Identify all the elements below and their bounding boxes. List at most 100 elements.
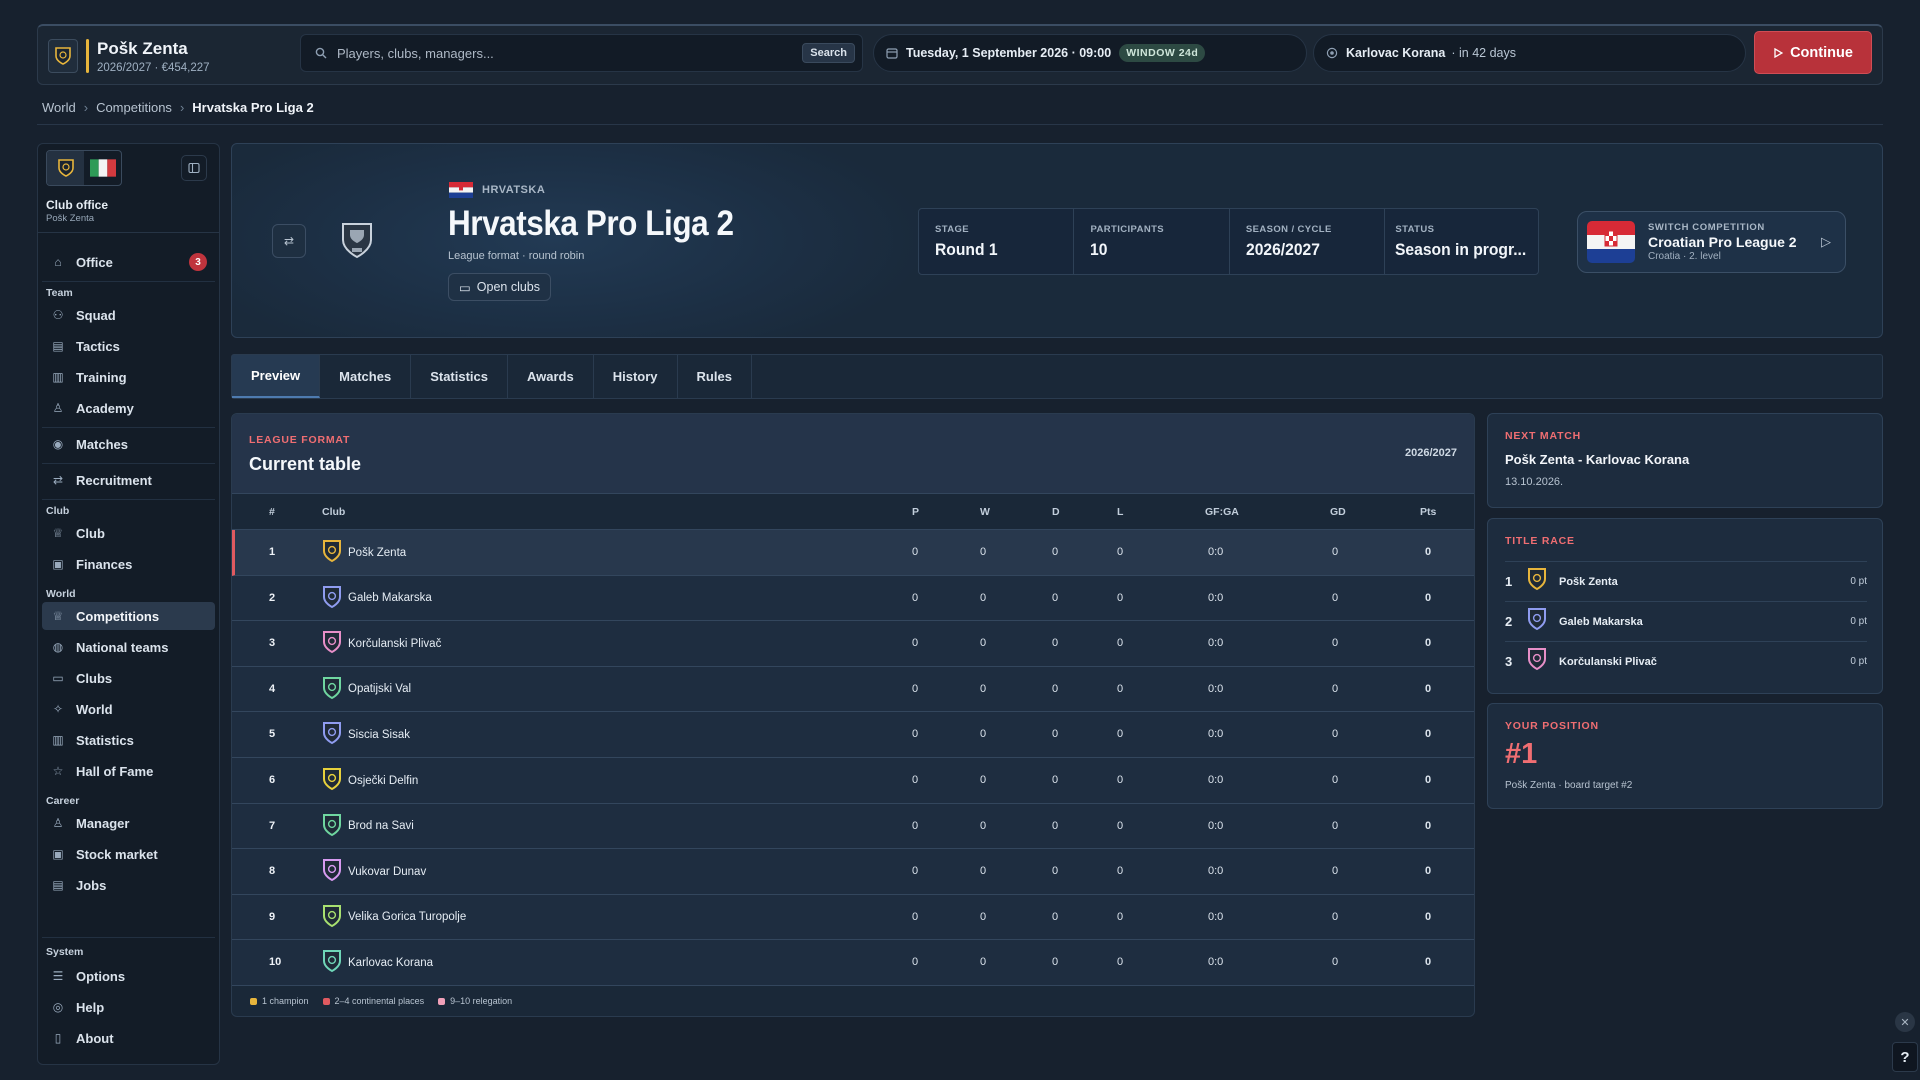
row-club[interactable]: Vukovar Dunav: [322, 858, 426, 885]
row-club[interactable]: Brod na Savi: [322, 813, 414, 840]
row-gfga: 0:0: [1208, 637, 1224, 650]
table-row[interactable]: 8 Vukovar Dunav 0 0 0 0 0:0 0 0: [232, 849, 1474, 895]
row-d: 0: [1052, 637, 1059, 650]
sidebar-item-recruitment[interactable]: ⇄ Recruitment: [42, 466, 215, 494]
row-d: 0: [1052, 591, 1059, 604]
next-match-countdown: · in 42 days: [1451, 46, 1516, 60]
title-race-points: 0 pt: [1850, 656, 1867, 667]
row-pts: 0: [1425, 637, 1432, 650]
row-club[interactable]: Pošk Zenta: [322, 539, 406, 566]
row-club-name: Korčulanski Plivač: [348, 637, 442, 650]
close-icon[interactable]: ✕: [1895, 1012, 1915, 1032]
help-button[interactable]: ?: [1892, 1042, 1918, 1072]
your-position-kicker: YOUR POSITION: [1505, 720, 1599, 732]
col-lost: L: [1117, 506, 1124, 518]
title-race-row[interactable]: 3 Korčulanski Plivač 0 pt: [1505, 641, 1867, 681]
search-button[interactable]: Search: [802, 43, 855, 63]
switch-competition-button[interactable]: SWITCH COMPETITION Croatian Pro League 2…: [1577, 211, 1846, 273]
sidebar-item-stock-market[interactable]: ▣ Stock market: [42, 840, 215, 868]
person-icon: ♙: [52, 401, 64, 415]
breadcrumb-world[interactable]: World: [42, 100, 76, 115]
title-race-row[interactable]: 2 Galeb Makarska 0 pt: [1505, 601, 1867, 641]
row-w: 0: [980, 910, 987, 923]
table-row[interactable]: 5 Siscia Sisak 0 0 0 0 0:0 0 0: [232, 712, 1474, 758]
breadcrumb-competitions[interactable]: Competitions: [96, 100, 172, 115]
sidebar-item-squad[interactable]: ⚇ Squad: [42, 301, 215, 329]
continue-button[interactable]: Continue: [1754, 31, 1872, 74]
table-row[interactable]: 6 Osječki Delfin 0 0 0 0 0:0 0 0: [232, 758, 1474, 804]
sidebar-collapse-icon[interactable]: [181, 155, 207, 181]
open-clubs-button[interactable]: ▭ Open clubs: [448, 273, 551, 301]
tab-awards[interactable]: Awards: [508, 355, 594, 398]
tab-preview[interactable]: Preview: [232, 355, 321, 398]
date-display[interactable]: Tuesday, 1 September 2026 · 09:00 WINDOW…: [873, 34, 1307, 72]
sidebar-item-national-teams[interactable]: ◍ National teams: [42, 633, 215, 661]
sidebar-item-statistics[interactable]: ▥ Statistics: [42, 726, 215, 754]
title-race-kicker: TITLE RACE: [1505, 535, 1575, 547]
club-crest-icon: [48, 39, 78, 73]
row-p: 0: [912, 682, 919, 695]
row-club[interactable]: Galeb Makarska: [322, 585, 432, 612]
row-w: 0: [980, 728, 987, 741]
search-input[interactable]: Players, clubs, managers...: [337, 46, 802, 61]
sidebar-item-help[interactable]: ◎ Help: [42, 993, 215, 1021]
chart-icon: ▣: [52, 847, 64, 861]
sidebar-item-training[interactable]: ▥ Training: [42, 363, 215, 391]
next-match-card[interactable]: NEXT MATCH Pošk Zenta - Karlovac Korana …: [1487, 413, 1883, 508]
sidebar-item-manager[interactable]: ♙ Manager: [42, 809, 215, 837]
stat-season: SEASON / CYCLE 2026/2027: [1230, 209, 1386, 274]
row-club-name: Siscia Sisak: [348, 728, 410, 741]
table-row[interactable]: 7 Brod na Savi 0 0 0 0 0:0 0 0: [232, 803, 1474, 850]
row-p: 0: [912, 956, 919, 969]
table-row[interactable]: 3 Korčulanski Plivač 0 0 0 0 0:0 0 0: [232, 621, 1474, 667]
row-club[interactable]: Velika Gorica Turopolje: [322, 904, 466, 931]
col-club: Club: [322, 506, 346, 518]
row-p: 0: [912, 774, 919, 786]
sidebar-item-competitions[interactable]: ♕ Competitions: [42, 602, 215, 630]
row-club-name: Karlovac Korana: [348, 956, 434, 969]
title-race-row[interactable]: 1 Pošk Zenta 0 pt: [1505, 561, 1867, 601]
club-nation-switcher[interactable]: [46, 150, 122, 186]
row-club[interactable]: Korčulanski Plivač: [322, 630, 441, 657]
row-pts: 0: [1425, 728, 1432, 741]
sidebar-item-options[interactable]: ☰ Options: [42, 962, 215, 990]
row-club[interactable]: Siscia Sisak: [322, 721, 410, 748]
tab-history[interactable]: History: [594, 355, 678, 398]
transfer-window-badge: WINDOW 24d: [1119, 44, 1206, 62]
table-row[interactable]: 4 Opatijski Val 0 0 0 0 0:0 0 0: [232, 666, 1474, 713]
tab-statistics[interactable]: Statistics: [411, 355, 508, 398]
row-l: 0: [1117, 956, 1124, 969]
sidebar-item-club[interactable]: ♕ Club: [42, 519, 215, 547]
row-club[interactable]: Osječki Delfin: [322, 767, 418, 794]
sidebar-item-tactics[interactable]: ▤ Tactics: [42, 332, 215, 360]
row-gfga: 0:0: [1208, 819, 1224, 832]
table-row[interactable]: 2 Galeb Makarska 0 0 0 0 0:0 0 0: [232, 575, 1474, 622]
table-row[interactable]: 10 Karlovac Korana 0 0 0 0 0:0 0 0: [232, 940, 1474, 986]
row-position: 5: [269, 728, 276, 741]
sidebar-item-academy[interactable]: ♙ Academy: [42, 394, 215, 422]
sidebar-item-about[interactable]: ▯ About: [42, 1024, 215, 1052]
sidebar-item-jobs[interactable]: ▤ Jobs: [42, 871, 215, 899]
sidebar-item-matches[interactable]: ◉ Matches: [42, 430, 215, 458]
table-row[interactable]: 1 Pošk Zenta 0 0 0 0 0:0 0 0: [232, 530, 1474, 576]
row-club[interactable]: Karlovac Korana: [322, 949, 433, 976]
sidebar-item-label: About: [76, 1030, 114, 1046]
sidebar-item-clubs[interactable]: ▭ Clubs: [42, 664, 215, 692]
sidebar-item-office[interactable]: ⌂ Office 3: [42, 248, 215, 276]
sidebar-item-world[interactable]: ✧ World: [42, 695, 215, 723]
tab-rules[interactable]: Rules: [678, 355, 752, 398]
row-p: 0: [912, 865, 919, 878]
sidebar-item-finances[interactable]: ▣ Finances: [42, 550, 215, 578]
swap-icon[interactable]: ⇄: [272, 224, 306, 258]
sidebar-item-hall-of-fame[interactable]: ☆ Hall of Fame: [42, 757, 215, 785]
search-box[interactable]: Players, clubs, managers... Search: [300, 34, 863, 72]
row-l: 0: [1117, 774, 1124, 786]
your-position-card: YOUR POSITION #1 Pošk Zenta · board targ…: [1487, 703, 1883, 809]
row-club-name: Opatijski Val: [348, 683, 412, 696]
table-row[interactable]: 9 Velika Gorica Turopolje 0 0 0 0 0:0 0 0: [232, 894, 1474, 941]
next-match-pill[interactable]: Karlovac Korana · in 42 days: [1313, 34, 1746, 72]
club-brand[interactable]: Pošk Zenta 2026/2027 · €454,227: [48, 34, 298, 78]
tab-matches[interactable]: Matches: [320, 355, 412, 398]
row-w: 0: [980, 865, 987, 878]
row-club[interactable]: Opatijski Val: [322, 676, 411, 703]
